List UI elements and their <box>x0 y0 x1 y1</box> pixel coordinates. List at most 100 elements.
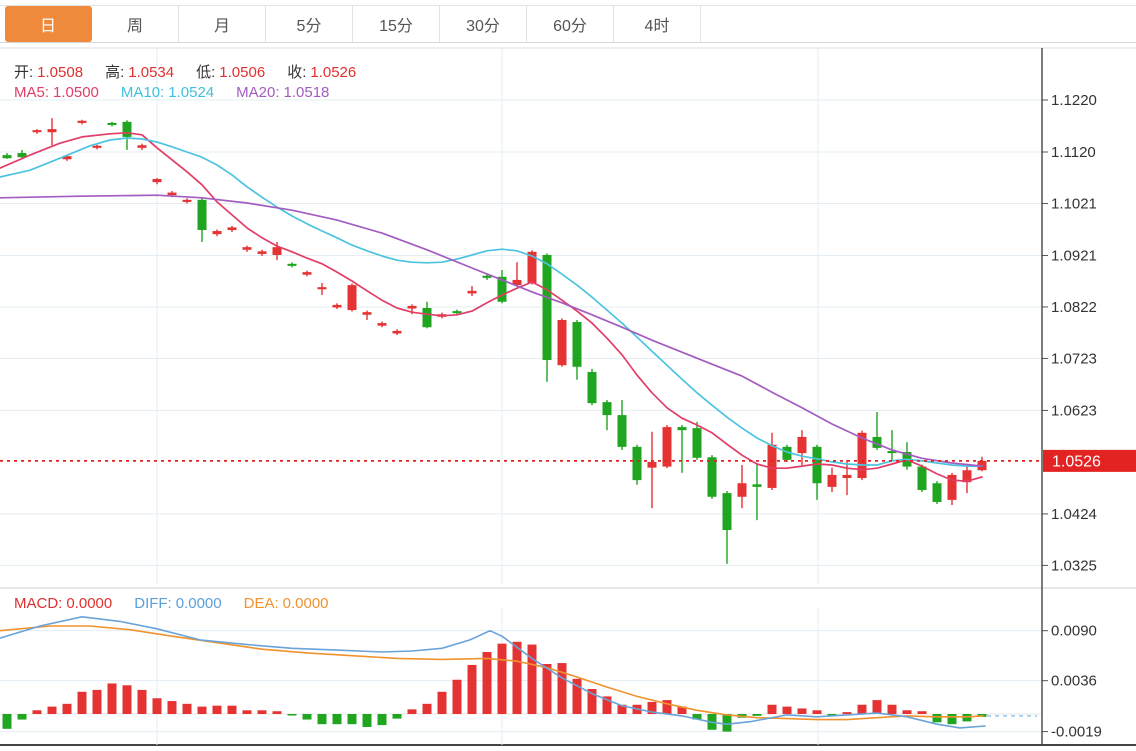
main-axis-label: 1.0623 <box>1051 402 1097 419</box>
candle-body <box>273 247 282 255</box>
candle-body <box>678 427 687 430</box>
candle-body <box>408 306 417 309</box>
candle-body <box>213 231 222 234</box>
macd-bar <box>333 714 342 724</box>
candle-body <box>543 255 552 360</box>
macd-bar <box>873 700 882 714</box>
tab-4hour[interactable]: 4时 <box>614 6 701 42</box>
open-value: 1.0508 <box>37 64 83 81</box>
candle-body <box>453 311 462 313</box>
candle-body <box>588 372 597 403</box>
candle-body <box>168 193 177 196</box>
low-label: 低: <box>196 64 215 81</box>
macd-value: 0.0000 <box>66 595 112 612</box>
candle-body <box>633 447 642 480</box>
macd-bar <box>528 645 537 714</box>
tab-week[interactable]: 周 <box>92 6 179 42</box>
macd-bar <box>213 706 222 714</box>
main-axis-label: 1.1120 <box>1051 144 1096 161</box>
high-value: 1.0534 <box>128 64 174 81</box>
macd-bar <box>78 692 87 714</box>
candle-body <box>828 475 837 487</box>
macd-bar <box>723 714 732 732</box>
macd-bar <box>423 704 432 714</box>
macd-bar <box>453 680 462 714</box>
macd-bar <box>543 664 552 714</box>
diff-line <box>0 617 985 728</box>
candle-body <box>768 445 777 488</box>
candle-body <box>258 251 267 254</box>
candle-body <box>933 483 942 502</box>
macd-legend: MACD:0.0000DIFF:0.0000DEA:0.0000 <box>14 595 333 612</box>
diff-label: DIFF: <box>134 595 172 612</box>
ma10-value: 1.0524 <box>168 84 214 101</box>
tab-day[interactable]: 日 <box>5 6 92 42</box>
macd-bar <box>168 701 177 714</box>
candle-body <box>228 227 237 230</box>
macd-bar <box>273 711 282 714</box>
ma-legend: MA5:1.0500MA10:1.0524MA20:1.0518 <box>14 84 333 101</box>
tab-15min[interactable]: 15分 <box>353 6 440 42</box>
macd-bar <box>93 690 102 714</box>
macd-bar <box>768 705 777 714</box>
macd-bar <box>303 714 312 720</box>
candle-body <box>3 155 12 158</box>
macd-bar <box>513 642 522 714</box>
tab-5min[interactable]: 5分 <box>266 6 353 42</box>
candle-body <box>123 122 132 137</box>
candle-body <box>693 428 702 458</box>
candle-body <box>48 129 57 132</box>
macd-bar <box>378 714 387 725</box>
macd-bar <box>753 714 762 716</box>
tab-60min[interactable]: 60分 <box>527 6 614 42</box>
close-value: 1.0526 <box>310 64 356 81</box>
price-badge-label: 1.0526 <box>1052 453 1101 470</box>
ma5-value: 1.0500 <box>53 84 99 101</box>
high-label: 高: <box>105 64 124 81</box>
candle-body <box>918 467 927 490</box>
macd-bar <box>288 714 297 716</box>
macd-bar <box>18 714 27 720</box>
candle-body <box>423 308 432 327</box>
macd-bar <box>138 690 147 714</box>
candle-body <box>33 130 42 132</box>
candle-body <box>468 291 477 294</box>
macd-bar <box>858 705 867 714</box>
macd-bar <box>3 714 12 729</box>
dea-label: DEA: <box>244 595 279 612</box>
macd-bar <box>108 683 117 714</box>
macd-bar <box>153 698 162 714</box>
ma5-label: MA5: <box>14 84 49 101</box>
candle-body <box>333 305 342 308</box>
ma10-label: MA10: <box>121 84 164 101</box>
macd-bar <box>408 709 417 714</box>
macd-bar <box>438 692 447 714</box>
main-axis-label: 1.0822 <box>1051 299 1097 316</box>
candle-body <box>303 272 312 275</box>
macd-bar <box>888 705 897 714</box>
candle-body <box>318 287 327 289</box>
kline-chart: 1.12201.11201.10211.09211.08221.07231.06… <box>0 0 1136 751</box>
candle-body <box>138 145 147 148</box>
tab-30min[interactable]: 30分 <box>440 6 527 42</box>
macd-bar <box>243 710 252 714</box>
ma20-value: 1.0518 <box>284 84 330 101</box>
main-axis-label: 1.0424 <box>1051 506 1097 523</box>
macd-bar <box>363 714 372 727</box>
candle-body <box>618 415 627 447</box>
candle-body <box>558 320 567 365</box>
candle-body <box>93 146 102 148</box>
candle-body <box>648 462 657 468</box>
macd-bar <box>258 710 267 714</box>
candle-body <box>798 437 807 453</box>
macd-bar <box>468 665 477 714</box>
macd-bar <box>498 644 507 714</box>
macd-label: MACD: <box>14 595 62 612</box>
macd-bar <box>903 710 912 714</box>
candle-body <box>843 475 852 478</box>
macd-axis-label: -0.0019 <box>1051 724 1102 741</box>
macd-bar <box>933 714 942 722</box>
macd-bar <box>183 704 192 714</box>
macd-bar <box>918 711 927 714</box>
tab-month[interactable]: 月 <box>179 6 266 42</box>
